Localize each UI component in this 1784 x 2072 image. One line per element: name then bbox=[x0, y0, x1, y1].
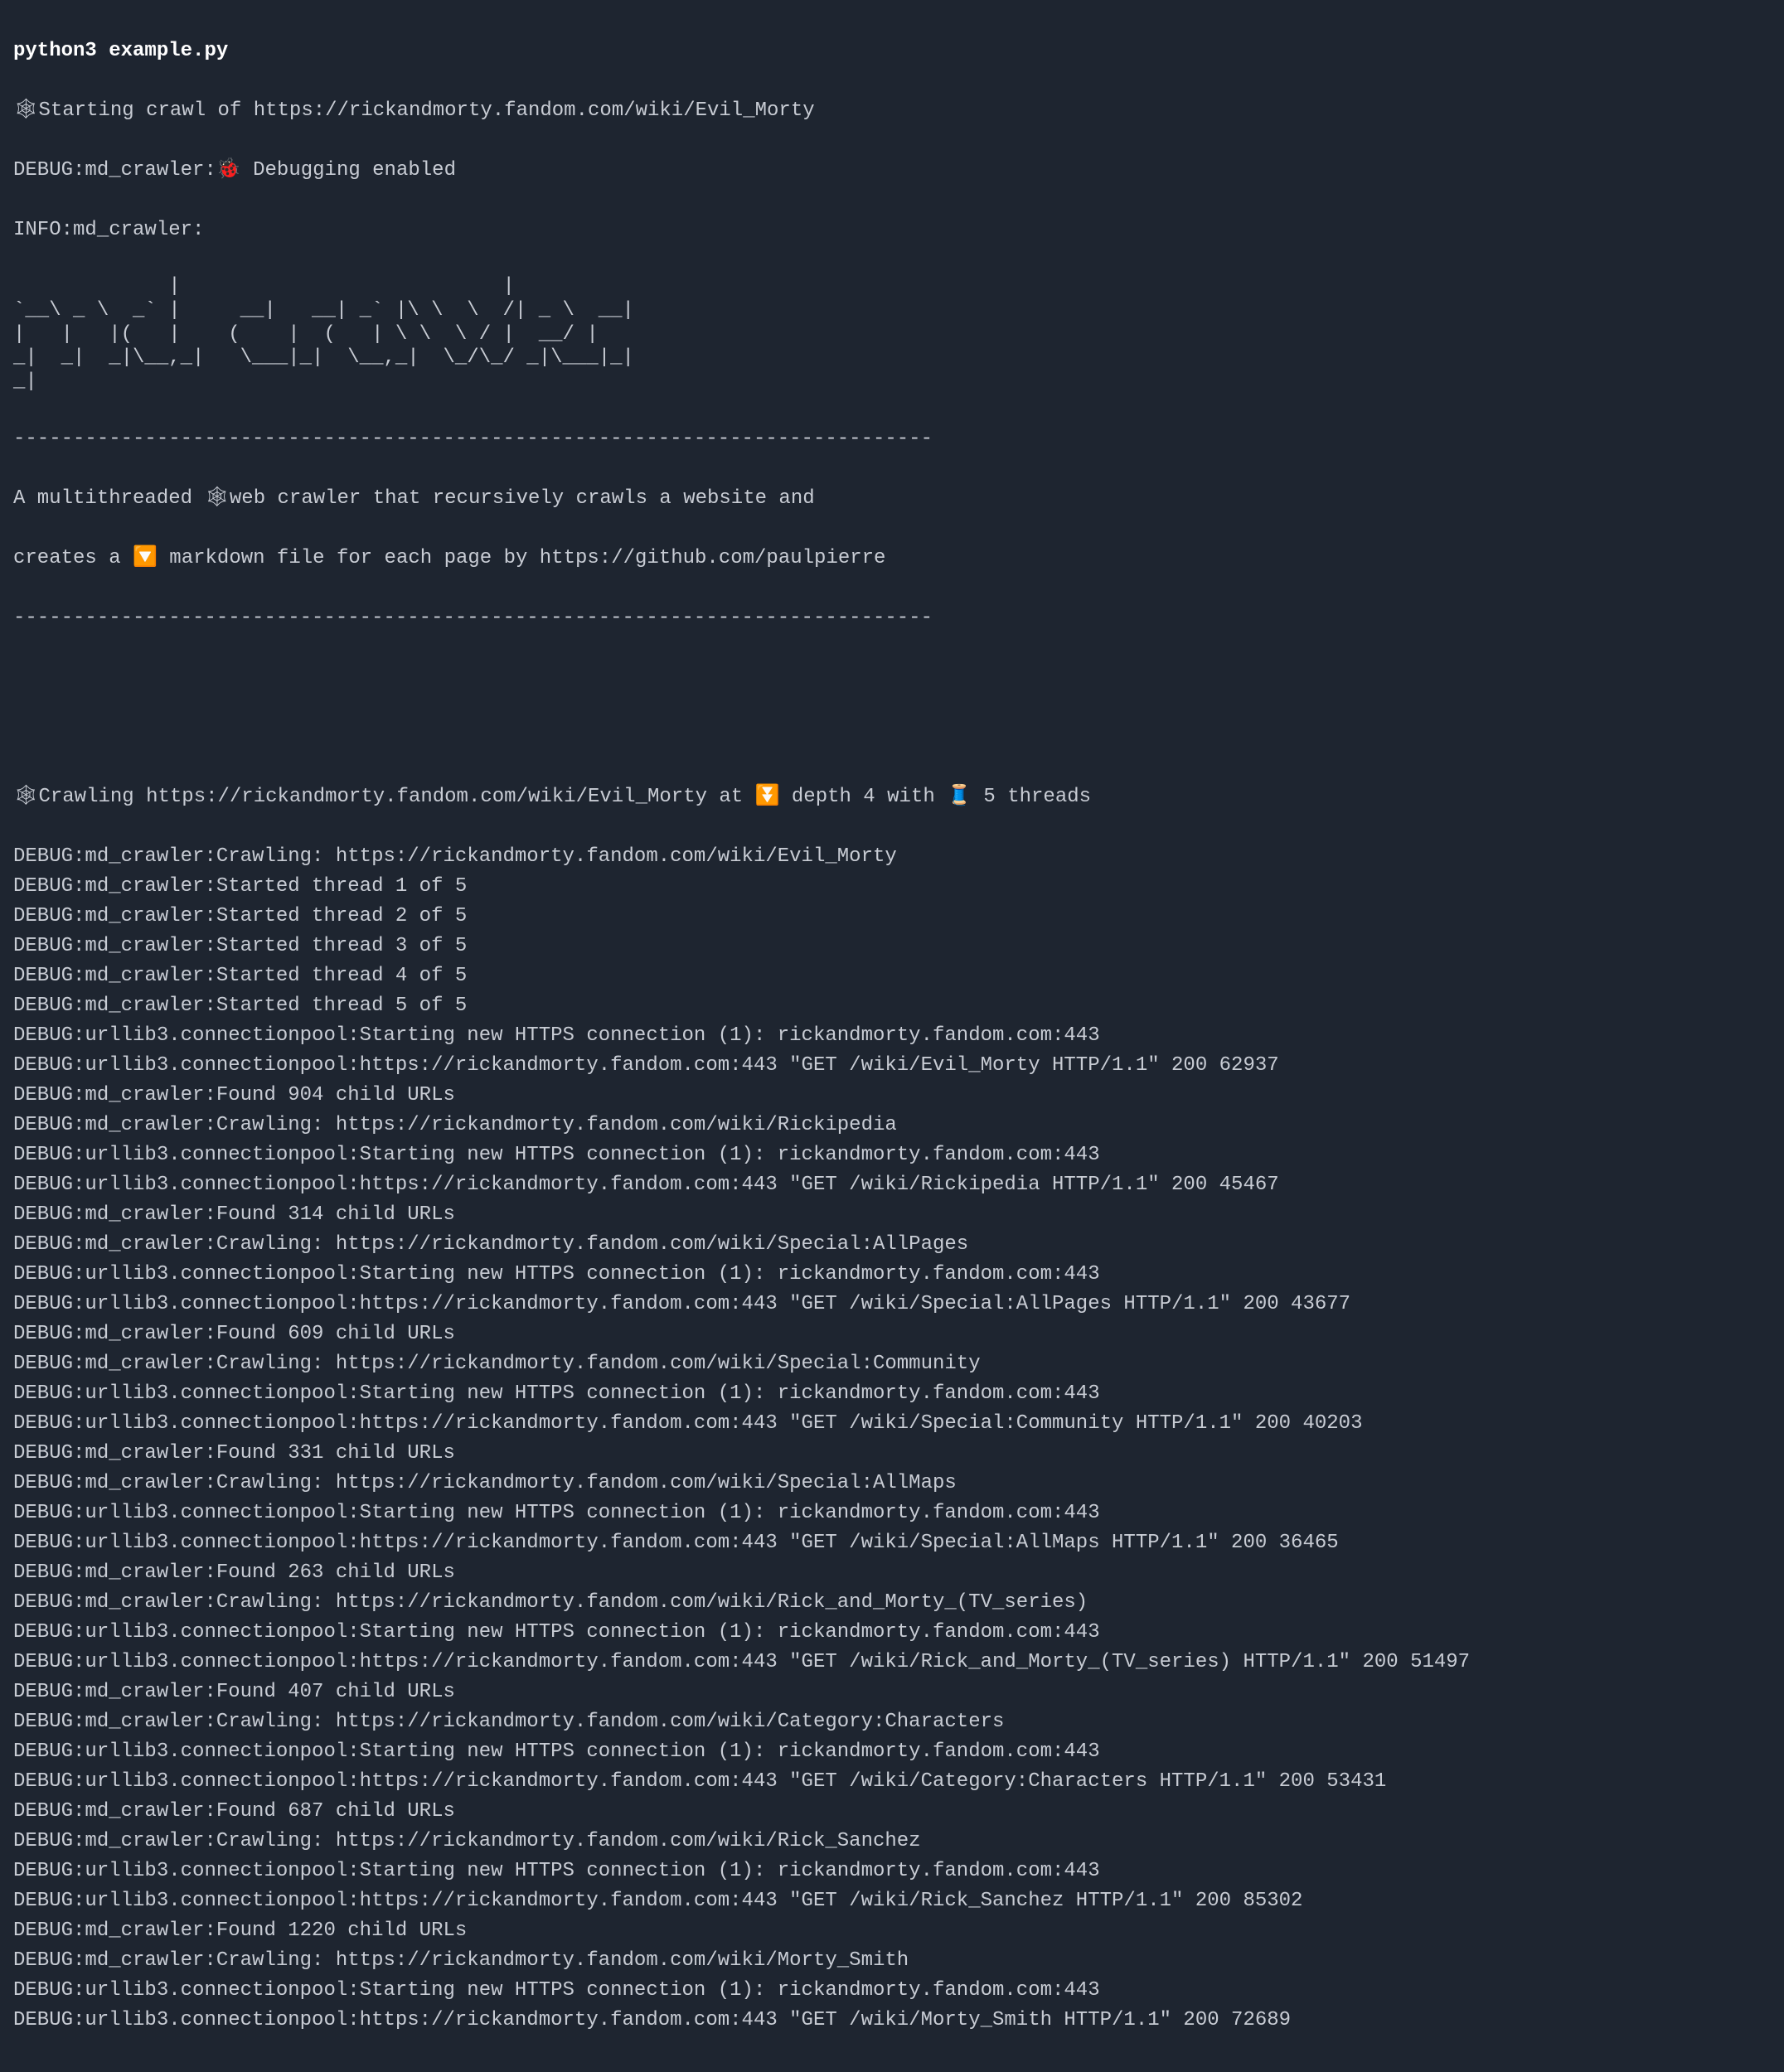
info-header-line: INFO:md_crawler: bbox=[13, 215, 1771, 245]
ascii-art-banner: | | `__\ _ \ _` | __| __| _` |\ \ \ /| _… bbox=[13, 275, 1771, 395]
log-line: DEBUG:md_crawler:Found 1220 child URLs bbox=[13, 1916, 1771, 1946]
log-line: DEBUG:md_crawler:Found 314 child URLs bbox=[13, 1200, 1771, 1230]
log-line: DEBUG:urllib3.connectionpool:https://ric… bbox=[13, 1886, 1771, 1916]
log-line: DEBUG:urllib3.connectionpool:https://ric… bbox=[13, 1648, 1771, 1677]
log-line: DEBUG:md_crawler:Crawling: https://ricka… bbox=[13, 842, 1771, 872]
log-line: DEBUG:urllib3.connectionpool:Starting ne… bbox=[13, 1498, 1771, 1528]
blank-line bbox=[13, 663, 1771, 693]
log-line: DEBUG:urllib3.connectionpool:https://ric… bbox=[13, 1767, 1771, 1797]
log-line: DEBUG:md_crawler:Crawling: https://ricka… bbox=[13, 1230, 1771, 1260]
log-line: DEBUG:md_crawler:Found 687 child URLs bbox=[13, 1797, 1771, 1827]
log-line: DEBUG:urllib3.connectionpool:Starting ne… bbox=[13, 1379, 1771, 1409]
log-line: DEBUG:md_crawler:Started thread 1 of 5 bbox=[13, 872, 1771, 902]
command-prompt: python3 example.py bbox=[13, 36, 1771, 66]
crawl-start-line: 🕸Crawling https://rickandmorty.fandom.co… bbox=[13, 782, 1771, 812]
log-line: DEBUG:urllib3.connectionpool:https://ric… bbox=[13, 1051, 1771, 1081]
log-line: DEBUG:urllib3.connectionpool:Starting ne… bbox=[13, 1021, 1771, 1051]
log-line: DEBUG:urllib3.connectionpool:Starting ne… bbox=[13, 1260, 1771, 1290]
log-line: DEBUG:md_crawler:Found 331 child URLs bbox=[13, 1439, 1771, 1469]
log-line: DEBUG:md_crawler:Crawling: https://ricka… bbox=[13, 1827, 1771, 1857]
log-line: DEBUG:md_crawler:Crawling: https://ricka… bbox=[13, 1111, 1771, 1140]
separator-line-2: ----------------------------------------… bbox=[13, 603, 1771, 633]
log-line: DEBUG:urllib3.connectionpool:https://ric… bbox=[13, 1409, 1771, 1439]
description-line-2: creates a 🔽 markdown file for each page … bbox=[13, 544, 1771, 574]
log-line: DEBUG:urllib3.connectionpool:https://ric… bbox=[13, 2006, 1771, 2036]
log-line: DEBUG:urllib3.connectionpool:Starting ne… bbox=[13, 1737, 1771, 1767]
log-line: DEBUG:md_crawler:Found 609 child URLs bbox=[13, 1319, 1771, 1349]
log-line: DEBUG:urllib3.connectionpool:Starting ne… bbox=[13, 1140, 1771, 1170]
terminal-output[interactable]: python3 example.py 🕸Starting crawl of ht… bbox=[0, 0, 1784, 2072]
log-line: DEBUG:urllib3.connectionpool:https://ric… bbox=[13, 1528, 1771, 1558]
log-line: DEBUG:md_crawler:Started thread 2 of 5 bbox=[13, 902, 1771, 932]
log-line: DEBUG:urllib3.connectionpool:https://ric… bbox=[13, 1170, 1771, 1200]
log-line: DEBUG:md_crawler:Crawling: https://ricka… bbox=[13, 1707, 1771, 1737]
starting-crawl-line: 🕸Starting crawl of https://rickandmorty.… bbox=[13, 96, 1771, 126]
debug-enabled-line: DEBUG:md_crawler:🐞 Debugging enabled bbox=[13, 156, 1771, 186]
log-line: DEBUG:md_crawler:Started thread 3 of 5 bbox=[13, 932, 1771, 961]
description-line-1: A multithreaded 🕸web crawler that recurs… bbox=[13, 484, 1771, 514]
log-line: DEBUG:md_crawler:Found 904 child URLs bbox=[13, 1081, 1771, 1111]
log-line: DEBUG:md_crawler:Started thread 4 of 5 bbox=[13, 961, 1771, 991]
blank-line bbox=[13, 723, 1771, 753]
log-line: DEBUG:md_crawler:Crawling: https://ricka… bbox=[13, 1946, 1771, 1976]
log-line: DEBUG:md_crawler:Crawling: https://ricka… bbox=[13, 1469, 1771, 1498]
log-line: DEBUG:urllib3.connectionpool:Starting ne… bbox=[13, 1857, 1771, 1886]
log-line: DEBUG:md_crawler:Crawling: https://ricka… bbox=[13, 1349, 1771, 1379]
log-line: DEBUG:urllib3.connectionpool:https://ric… bbox=[13, 1290, 1771, 1319]
separator-line: ----------------------------------------… bbox=[13, 424, 1771, 454]
log-line: DEBUG:md_crawler:Found 263 child URLs bbox=[13, 1558, 1771, 1588]
log-lines-container: DEBUG:md_crawler:Crawling: https://ricka… bbox=[13, 842, 1771, 2036]
log-line: DEBUG:urllib3.connectionpool:Starting ne… bbox=[13, 1618, 1771, 1648]
log-line: DEBUG:md_crawler:Crawling: https://ricka… bbox=[13, 1588, 1771, 1618]
log-line: DEBUG:urllib3.connectionpool:Starting ne… bbox=[13, 1976, 1771, 2006]
log-line: DEBUG:md_crawler:Found 407 child URLs bbox=[13, 1677, 1771, 1707]
log-line: DEBUG:md_crawler:Started thread 5 of 5 bbox=[13, 991, 1771, 1021]
